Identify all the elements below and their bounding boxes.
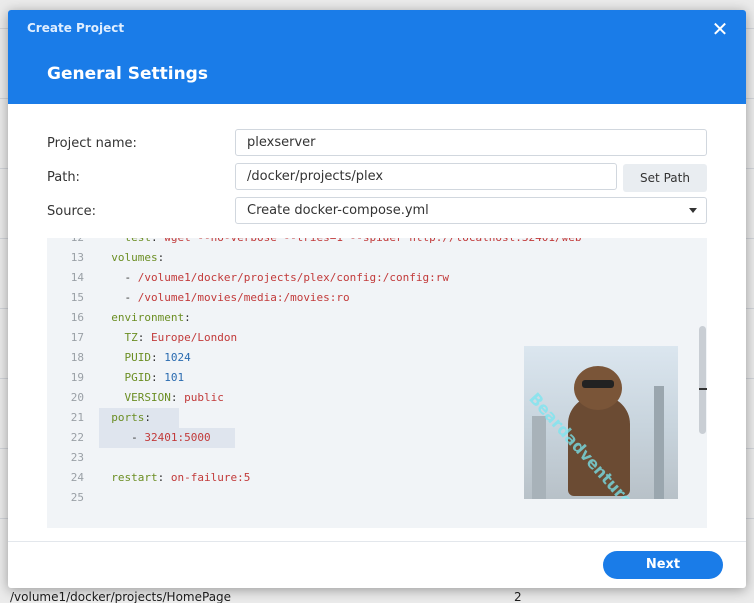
- line-number: 15: [70, 291, 84, 304]
- line-text: - /volume1/movies/media:/movies:ro: [98, 291, 350, 304]
- line-number: 12: [47, 238, 84, 248]
- line-number: 23: [70, 451, 84, 464]
- line-text: test: wget --no-verbose --tries=1 --spid…: [98, 238, 581, 248]
- line-text: VERSION: public: [98, 391, 224, 404]
- source-select[interactable]: Create docker-compose.yml: [235, 197, 707, 224]
- line-text: - 32401:5000: [98, 431, 211, 444]
- create-project-dialog: Create Project ✕ General Settings Projec…: [8, 10, 746, 588]
- code-line: 13 volumes:: [47, 248, 707, 268]
- path-input[interactable]: /docker/projects/plex: [235, 163, 617, 190]
- watermark-image: Beardadventures: [524, 346, 678, 499]
- line-number: 24: [70, 471, 84, 484]
- line-text: volumes:: [98, 251, 165, 264]
- line-text: PUID: 1024: [98, 351, 191, 364]
- line-number: 16: [70, 311, 84, 324]
- close-icon[interactable]: ✕: [708, 18, 732, 42]
- code-line: 12 test: wget --no-verbose --tries=1 --s…: [47, 238, 707, 248]
- line-number: 19: [70, 371, 84, 384]
- set-path-button[interactable]: Set Path: [623, 164, 707, 192]
- code-line: 16 environment:: [47, 308, 707, 328]
- line-number: 21: [70, 411, 84, 424]
- project-name-input[interactable]: plexserver: [235, 129, 707, 156]
- line-number: 20: [70, 391, 84, 404]
- line-text: environment:: [98, 311, 191, 324]
- scroll-marker: [699, 388, 707, 390]
- line-number: 13: [70, 251, 84, 264]
- line-text: restart: on-failure:5: [98, 471, 251, 484]
- line-number: 22: [70, 431, 84, 444]
- building-shape: [532, 416, 546, 499]
- line-number: 17: [70, 331, 84, 344]
- line-text: - /volume1/docker/projects/plex/config:/…: [98, 271, 450, 284]
- project-name-label: Project name:: [47, 136, 137, 151]
- bear-head: [574, 366, 622, 410]
- dialog-title: Create Project: [27, 21, 125, 35]
- line-text: PGID: 101: [98, 371, 185, 384]
- editor-scrollbar[interactable]: [699, 326, 706, 434]
- compose-editor[interactable]: 12 test: wget --no-verbose --tries=1 --s…: [47, 238, 707, 528]
- bear-glasses: [582, 380, 614, 388]
- path-label: Path:: [47, 170, 80, 185]
- next-button[interactable]: Next: [603, 551, 723, 579]
- line-number: 14: [70, 271, 84, 284]
- chevron-down-icon: [689, 208, 697, 213]
- footer-divider: [8, 541, 746, 542]
- code-line: 14 - /volume1/docker/projects/plex/confi…: [47, 268, 707, 288]
- source-selected-value: Create docker-compose.yml: [247, 203, 429, 218]
- line-number: 25: [70, 491, 84, 504]
- line-text: TZ: Europe/London: [98, 331, 238, 344]
- line-number: 18: [70, 351, 84, 364]
- code-line: 15 - /volume1/movies/media:/movies:ro: [47, 288, 707, 308]
- code-line: 17 TZ: Europe/London: [47, 328, 707, 348]
- dialog-header: Create Project ✕ General Settings: [8, 10, 746, 104]
- tower-shape: [654, 386, 664, 499]
- source-label: Source:: [47, 204, 97, 219]
- section-title: General Settings: [47, 64, 208, 84]
- line-text: ports:: [98, 411, 151, 424]
